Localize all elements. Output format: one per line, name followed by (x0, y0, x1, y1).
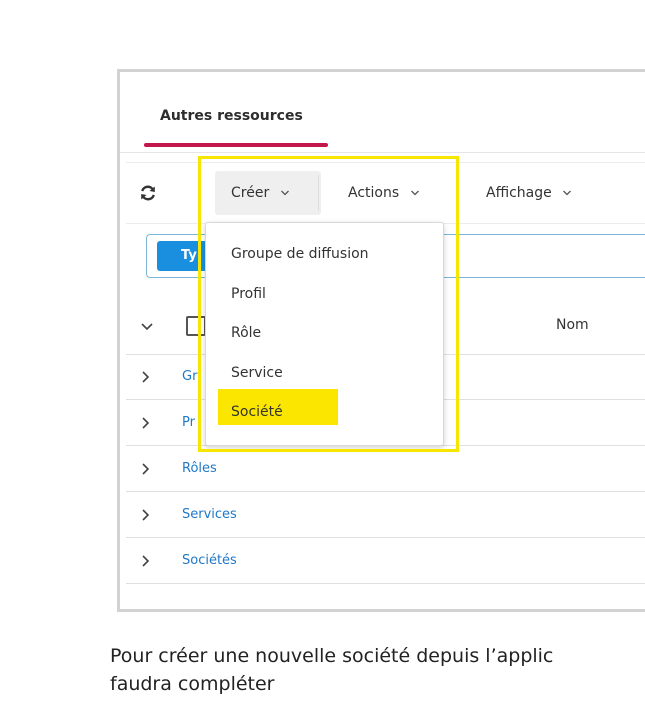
chevron-down-icon (563, 190, 572, 196)
caption-line-1: Pour créer une nouvelle société depuis l… (110, 645, 554, 667)
expand-all-chevron-icon[interactable] (140, 320, 154, 334)
chevron-right-icon[interactable] (139, 416, 153, 430)
row-label[interactable]: Sociétés (182, 553, 237, 568)
affichage-button[interactable]: Affichage (486, 171, 572, 215)
table-row[interactable]: Rôles (126, 447, 645, 492)
caption-line-2: faudra compléter (110, 673, 275, 695)
refresh-icon[interactable] (138, 183, 158, 203)
active-tab-indicator (144, 143, 328, 147)
screenshot-frame: Autres ressources Créer Actions Affichag… (117, 69, 645, 612)
affichage-label: Affichage (486, 185, 552, 201)
column-header-nom[interactable]: Nom (556, 317, 589, 333)
row-label[interactable]: Services (182, 507, 237, 522)
chevron-right-icon[interactable] (139, 370, 153, 384)
chevron-right-icon[interactable] (139, 554, 153, 568)
row-label[interactable]: Gr (182, 369, 197, 384)
tab-autres-ressources[interactable]: Autres ressources (144, 98, 328, 148)
chevron-right-icon[interactable] (139, 508, 153, 522)
table-row[interactable]: Sociétés (126, 539, 645, 584)
annotation-highlight-box (198, 156, 459, 452)
row-label[interactable]: Pr (182, 415, 195, 430)
table-row[interactable]: Services (126, 493, 645, 538)
caption-text: Pour créer une nouvelle société depuis l… (110, 642, 645, 698)
chevron-right-icon[interactable] (139, 462, 153, 476)
row-label[interactable]: Rôles (182, 461, 217, 476)
tab-bar: Autres ressources (120, 72, 645, 153)
type-filter-label: Ty (181, 248, 197, 263)
tab-label: Autres ressources (160, 108, 303, 124)
